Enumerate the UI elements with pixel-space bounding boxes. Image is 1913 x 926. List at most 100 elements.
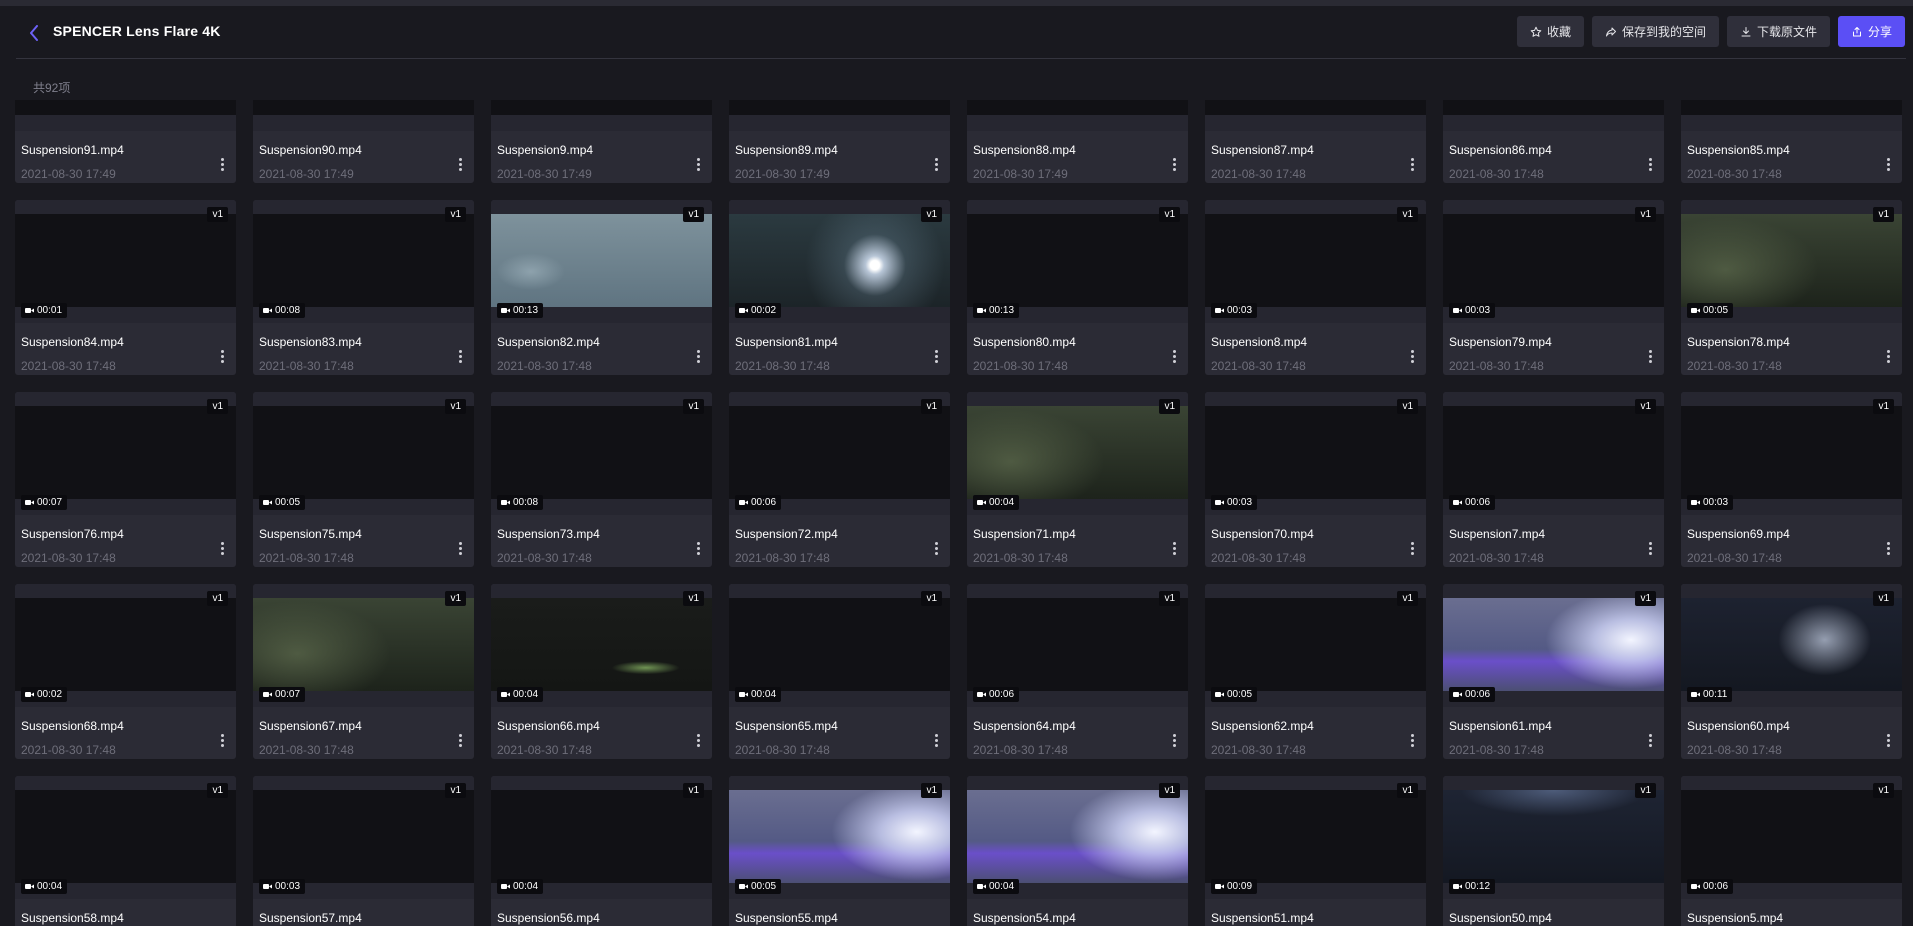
video-card[interactable]: v1 00:03 Suspension69.mp4 2021-08-30 17:48 <box>1681 392 1902 567</box>
more-options-icon[interactable] <box>454 348 466 364</box>
more-options-icon[interactable] <box>692 348 704 364</box>
video-card[interactable]: v100:09Suspension51.mp42021-08-30 17:47 <box>1205 776 1426 926</box>
video-thumbnail[interactable]: v1 00:03 <box>1205 392 1426 515</box>
video-thumbnail[interactable]: v1 <box>1443 100 1664 131</box>
video-card[interactable]: v100:04Suspension54.mp42021-08-30 17:47 <box>967 776 1188 926</box>
video-card[interactable]: v100:12Suspension50.mp42021-08-30 17:47 <box>1443 776 1664 926</box>
video-thumbnail[interactable]: v1 00:03 <box>253 776 474 899</box>
more-options-icon[interactable] <box>930 348 942 364</box>
more-options-icon[interactable] <box>1406 156 1418 172</box>
video-thumbnail[interactable]: v1 00:06 <box>967 584 1188 707</box>
video-thumbnail[interactable]: v1 00:03 <box>1443 200 1664 323</box>
more-options-icon[interactable] <box>692 732 704 748</box>
video-card[interactable]: v1 00:06 Suspension7.mp4 2021-08-30 17:48 <box>1443 392 1664 567</box>
video-card[interactable]: v1 00:07 Suspension67.mp4 2021-08-30 17:48 <box>253 584 474 759</box>
video-thumbnail[interactable]: v1 <box>967 100 1188 131</box>
video-card[interactable]: v1 00:05 Suspension75.mp4 2021-08-30 17:48 <box>253 392 474 567</box>
video-card[interactable]: v1 00:06 Suspension61.mp4 2021-08-30 17:48 <box>1443 584 1664 759</box>
more-options-icon[interactable] <box>1168 540 1180 556</box>
video-card[interactable]: v100:04Suspension56.mp42021-08-30 17:48 <box>491 776 712 926</box>
video-thumbnail[interactable]: v1 00:13 <box>491 200 712 323</box>
video-thumbnail[interactable]: v1 00:04 <box>967 392 1188 515</box>
video-card[interactable]: v1 00:03 Suspension8.mp4 2021-08-30 17:48 <box>1205 200 1426 375</box>
video-card[interactable]: v100:03Suspension57.mp42021-08-30 17:48 <box>253 776 474 926</box>
more-options-icon[interactable] <box>1406 348 1418 364</box>
video-card[interactable]: v1 00:13 Suspension82.mp4 2021-08-30 17:48 <box>491 200 712 375</box>
more-options-icon[interactable] <box>930 732 942 748</box>
more-options-icon[interactable] <box>1406 732 1418 748</box>
video-thumbnail[interactable]: v1 00:04 <box>967 776 1188 899</box>
more-options-icon[interactable] <box>216 156 228 172</box>
video-thumbnail[interactable]: v1 00:11 <box>1681 584 1902 707</box>
video-thumbnail[interactable]: v1 00:13 <box>967 200 1188 323</box>
more-options-icon[interactable] <box>216 732 228 748</box>
more-options-icon[interactable] <box>216 540 228 556</box>
video-card[interactable]: v1 Suspension87.mp4 2021-08-30 17:48 <box>1205 100 1426 183</box>
more-options-icon[interactable] <box>454 732 466 748</box>
video-card[interactable]: v1 00:04 Suspension65.mp4 2021-08-30 17:48 <box>729 584 950 759</box>
video-card[interactable]: v1 Suspension9.mp4 2021-08-30 17:49 <box>491 100 712 183</box>
more-options-icon[interactable] <box>930 156 942 172</box>
video-thumbnail[interactable]: v1 00:07 <box>253 584 474 707</box>
video-thumbnail[interactable]: v1 00:03 <box>1205 200 1426 323</box>
more-options-icon[interactable] <box>692 156 704 172</box>
share-button[interactable]: 分享 <box>1837 16 1905 47</box>
more-options-icon[interactable] <box>1168 156 1180 172</box>
video-card[interactable]: v1 00:05 Suspension78.mp4 2021-08-30 17:48 <box>1681 200 1902 375</box>
video-card[interactable]: v1 00:13 Suspension80.mp4 2021-08-30 17:48 <box>967 200 1188 375</box>
video-thumbnail[interactable]: v1 <box>15 100 236 131</box>
video-thumbnail[interactable]: v1 00:02 <box>15 584 236 707</box>
more-options-icon[interactable] <box>1644 540 1656 556</box>
video-thumbnail[interactable]: v1 00:03 <box>1681 392 1902 515</box>
video-thumbnail[interactable]: v1 00:02 <box>729 200 950 323</box>
video-card[interactable]: v100:06Suspension5.mp42021-08-30 17:47 <box>1681 776 1902 926</box>
more-options-icon[interactable] <box>692 540 704 556</box>
video-card[interactable]: v1 00:04 Suspension71.mp4 2021-08-30 17:48 <box>967 392 1188 567</box>
video-card[interactable]: v1 Suspension90.mp4 2021-08-30 17:49 <box>253 100 474 183</box>
video-thumbnail[interactable]: v1 00:08 <box>491 392 712 515</box>
video-thumbnail[interactable]: v1 <box>1681 100 1902 131</box>
video-card[interactable]: v1 00:08 Suspension83.mp4 2021-08-30 17:48 <box>253 200 474 375</box>
video-thumbnail[interactable]: v1 <box>729 100 950 131</box>
video-thumbnail[interactable]: v1 00:09 <box>1205 776 1426 899</box>
video-card[interactable]: v1 00:03 Suspension70.mp4 2021-08-30 17:48 <box>1205 392 1426 567</box>
video-card[interactable]: v1 Suspension86.mp4 2021-08-30 17:48 <box>1443 100 1664 183</box>
video-thumbnail[interactable]: v1 00:05 <box>1681 200 1902 323</box>
video-card[interactable]: v1 00:01 Suspension84.mp4 2021-08-30 17:48 <box>15 200 236 375</box>
more-options-icon[interactable] <box>216 348 228 364</box>
video-thumbnail[interactable]: v1 00:12 <box>1443 776 1664 899</box>
video-card[interactable]: v1 Suspension88.mp4 2021-08-30 17:49 <box>967 100 1188 183</box>
video-thumbnail[interactable]: v1 00:04 <box>491 584 712 707</box>
video-thumbnail[interactable]: v1 00:05 <box>1205 584 1426 707</box>
video-card[interactable]: v1 00:02 Suspension68.mp4 2021-08-30 17:48 <box>15 584 236 759</box>
video-thumbnail[interactable]: v1 00:04 <box>491 776 712 899</box>
video-thumbnail[interactable]: v1 00:08 <box>253 200 474 323</box>
back-button[interactable] <box>24 22 44 44</box>
video-thumbnail[interactable]: v1 00:06 <box>1681 776 1902 899</box>
video-thumbnail[interactable]: v1 00:06 <box>729 392 950 515</box>
video-thumbnail[interactable]: v1 <box>253 100 474 131</box>
video-thumbnail[interactable]: v1 00:05 <box>729 776 950 899</box>
video-card[interactable]: v100:05Suspension55.mp42021-08-30 17:47 <box>729 776 950 926</box>
more-options-icon[interactable] <box>454 540 466 556</box>
video-card[interactable]: v1 00:07 Suspension76.mp4 2021-08-30 17:48 <box>15 392 236 567</box>
video-thumbnail[interactable]: v1 00:06 <box>1443 392 1664 515</box>
more-options-icon[interactable] <box>1882 156 1894 172</box>
video-thumbnail[interactable]: v1 00:04 <box>15 776 236 899</box>
video-thumbnail[interactable]: v1 00:01 <box>15 200 236 323</box>
favorite-button[interactable]: 收藏 <box>1516 16 1584 47</box>
video-card[interactable]: v1 Suspension91.mp4 2021-08-30 17:49 <box>15 100 236 183</box>
video-thumbnail[interactable]: v1 00:04 <box>729 584 950 707</box>
video-card[interactable]: v1 00:05 Suspension62.mp4 2021-08-30 17:48 <box>1205 584 1426 759</box>
video-thumbnail[interactable]: v1 <box>491 100 712 131</box>
video-card[interactable]: v1 00:02 Suspension81.mp4 2021-08-30 17:48 <box>729 200 950 375</box>
more-options-icon[interactable] <box>1168 732 1180 748</box>
video-card[interactable]: v1 00:03 Suspension79.mp4 2021-08-30 17:48 <box>1443 200 1664 375</box>
more-options-icon[interactable] <box>1168 348 1180 364</box>
video-card[interactable]: v1 00:11 Suspension60.mp4 2021-08-30 17:48 <box>1681 584 1902 759</box>
more-options-icon[interactable] <box>1406 540 1418 556</box>
video-card[interactable]: v1 00:08 Suspension73.mp4 2021-08-30 17:48 <box>491 392 712 567</box>
more-options-icon[interactable] <box>1882 732 1894 748</box>
video-card[interactable]: v1 00:06 Suspension72.mp4 2021-08-30 17:48 <box>729 392 950 567</box>
video-thumbnail[interactable]: v1 00:05 <box>253 392 474 515</box>
